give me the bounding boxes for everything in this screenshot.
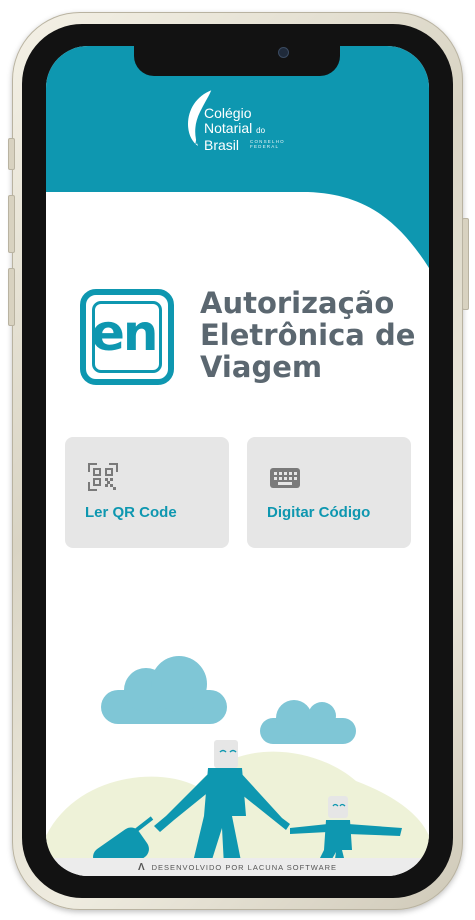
power-button [462,218,469,310]
footer: Λ DESENVOLVIDO POR LACUNA SOFTWARE [46,858,429,876]
mute-switch [8,138,15,170]
header-background [46,46,429,268]
footer-credit-text: DESENVOLVIDO POR LACUNA SOFTWARE [151,862,338,872]
volume-down-button [8,268,15,326]
front-camera [278,47,289,58]
keyboard-icon [270,468,300,488]
logo-line-1: Colégio [204,105,252,121]
app-screen: Colégio Notarial do Brasil CONSELHO FEDE… [46,46,429,876]
enter-code-button[interactable]: Digitar Código [247,437,411,548]
app-title-line-3: Viagem [200,350,323,384]
notch [134,46,340,76]
cloud-right [260,700,356,744]
logo-line-2: Notarial [204,120,253,136]
logo-line-2-suffix: do [256,126,266,135]
read-qr-code-button[interactable]: Ler QR Code [65,437,229,548]
lacuna-logo-icon: Λ [137,861,146,873]
volume-up-button [8,195,15,253]
app-title-line-2: Eletrônica de [200,318,416,352]
en-logo-text: en [91,304,159,362]
enter-code-label: Digitar Código [267,504,371,521]
en-app-logo: en [80,289,174,385]
app-title: Autorização Eletrônica de Viagem [200,287,420,383]
app-title-line-1: Autorização [200,286,395,320]
read-qr-code-label: Ler QR Code [85,504,177,521]
cloud-left [101,656,227,724]
qr-code-icon [88,463,118,491]
colegio-notarial-logo: Colégio Notarial do Brasil CONSELHO FEDE… [184,86,294,156]
travel-illustration [46,656,429,866]
logo-subtitle-2: FEDERAL [250,144,280,149]
